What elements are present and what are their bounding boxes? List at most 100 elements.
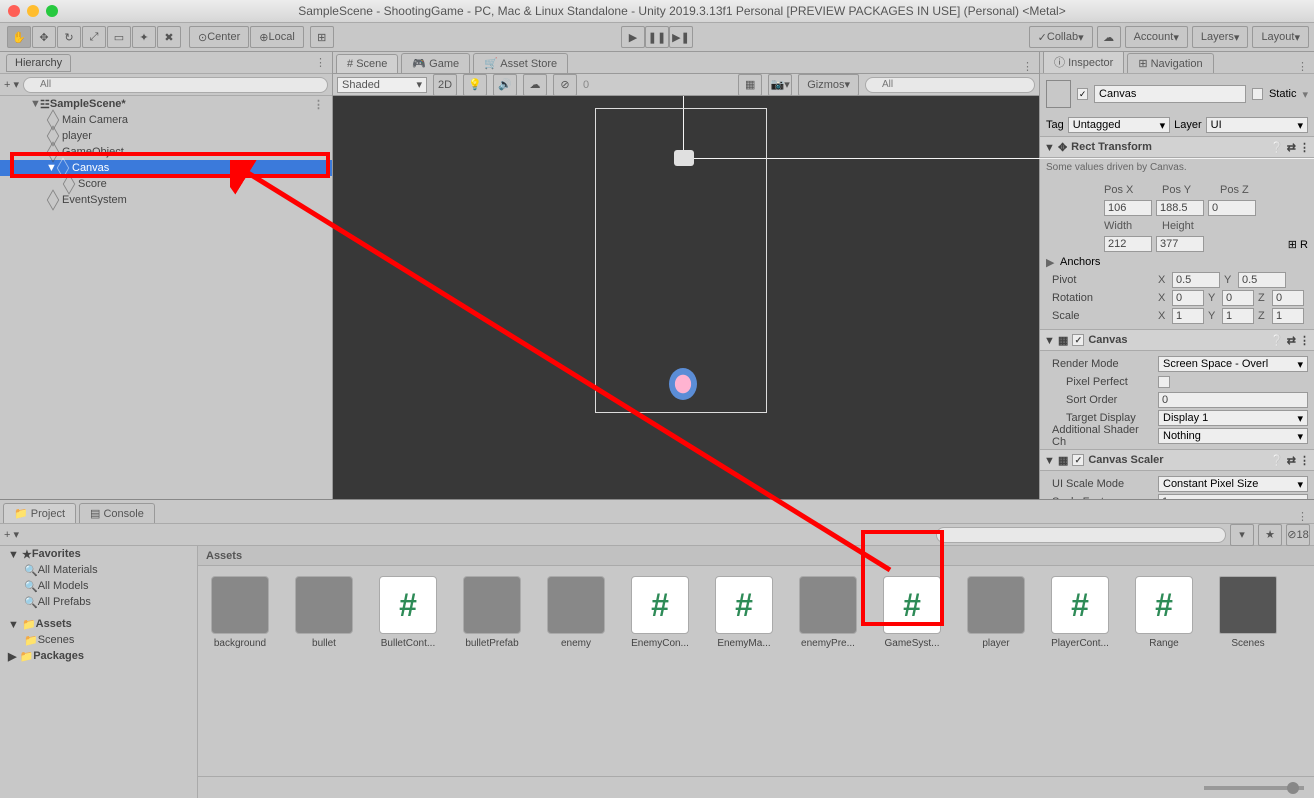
collab-dropdown[interactable]: ✓ Collab ▾ [1029, 26, 1093, 48]
project-search[interactable] [936, 527, 1226, 543]
cloud-icon[interactable]: ☁ [1097, 26, 1121, 48]
scale-tool-icon[interactable]: ⤢ [82, 26, 106, 48]
hierarchy-tab[interactable]: Hierarchy [6, 54, 71, 72]
height-field[interactable] [1156, 236, 1204, 252]
2d-toggle[interactable]: 2D [433, 74, 457, 96]
create-dropdown[interactable]: + ▾ [4, 528, 19, 541]
fx-icon[interactable]: ☁ [523, 74, 547, 96]
asset-item[interactable]: enemy [544, 576, 608, 649]
move-tool-icon[interactable]: ✥ [32, 26, 56, 48]
transform-tool-icon[interactable]: ✦ [132, 26, 156, 48]
thumbnail-slider[interactable] [1204, 786, 1304, 790]
pivotx-field[interactable] [1172, 272, 1220, 288]
hierarchy-item[interactable]: Score [0, 176, 332, 192]
canvas-header[interactable]: ▼ ▦ ✓ Canvas❔ ⇄ ⋮ [1040, 329, 1314, 351]
favorite-item[interactable]: 🔍 All Materials [0, 562, 197, 578]
tag-dropdown[interactable]: Untagged▾ [1068, 117, 1170, 133]
scene-search[interactable] [865, 77, 1035, 93]
posx-field[interactable] [1104, 200, 1152, 216]
blueprint-icon[interactable]: ⊞ R [1288, 238, 1308, 251]
hierarchy-item[interactable]: EventSystem [0, 192, 332, 208]
static-checkbox[interactable] [1252, 88, 1263, 100]
hierarchy-search[interactable] [23, 77, 328, 93]
audio-icon[interactable]: 🔊 [493, 74, 517, 96]
active-checkbox[interactable]: ✓ [1077, 88, 1088, 100]
rect-transform-header[interactable]: ▼ ✥ Rect Transform❔ ⇄ ⋮ [1040, 136, 1314, 158]
hidden-icon[interactable]: ⊘ [553, 74, 577, 96]
scaler-header[interactable]: ▼ ▦ ✓ Canvas Scaler❔ ⇄ ⋮ [1040, 449, 1314, 471]
scene-viewport[interactable] [333, 96, 1039, 499]
shading-dropdown[interactable]: Shaded▾ [337, 77, 427, 93]
sort-order-field[interactable] [1158, 392, 1308, 408]
assets-folder[interactable]: ▼ 📁 Assets [0, 616, 197, 632]
asset-item[interactable]: background [208, 576, 272, 649]
width-field[interactable] [1104, 236, 1152, 252]
filter-icon[interactable]: ▾ [1230, 524, 1254, 546]
tab-asset-store[interactable]: 🛒 Asset Store [473, 53, 568, 73]
layer-dropdown[interactable]: UI▾ [1206, 117, 1308, 133]
rect-tool-icon[interactable]: ▭ [107, 26, 131, 48]
posy-field[interactable] [1156, 200, 1204, 216]
fav-icon[interactable]: ★ [1258, 524, 1282, 546]
gizmos-dropdown[interactable]: Gizmos ▾ [798, 74, 859, 96]
asset-item[interactable]: #GameSyst... [880, 576, 944, 649]
scale-factor-field[interactable] [1158, 494, 1308, 499]
asset-item[interactable]: bullet [292, 576, 356, 649]
asset-item[interactable]: Scenes [1216, 576, 1280, 649]
tab-console[interactable]: ▤ Console [79, 503, 155, 523]
play-button[interactable]: ▶ [621, 26, 645, 48]
space-toggle[interactable]: ⊕Local [250, 26, 304, 48]
account-dropdown[interactable]: Account ▾ [1125, 26, 1188, 48]
sy-field[interactable] [1222, 308, 1254, 324]
asset-item[interactable]: player [964, 576, 1028, 649]
scene-row[interactable]: ▼☳ SampleScene*⋮ [0, 96, 332, 112]
player-sprite[interactable] [669, 368, 697, 400]
roty-field[interactable] [1222, 290, 1254, 306]
maximize-icon[interactable] [46, 5, 58, 17]
slider-thumb[interactable] [1287, 782, 1299, 794]
asset-item[interactable]: #EnemyCon... [628, 576, 692, 649]
minimize-icon[interactable] [27, 5, 39, 17]
pivoty-field[interactable] [1238, 272, 1286, 288]
posz-field[interactable] [1208, 200, 1256, 216]
hierarchy-item[interactable]: Main Camera [0, 112, 332, 128]
tab-inspector[interactable]: ⓘ Inspector [1043, 52, 1124, 73]
asset-item[interactable]: bulletPrefab [460, 576, 524, 649]
step-button[interactable]: ▶❚ [669, 26, 693, 48]
asset-item[interactable]: enemyPre... [796, 576, 860, 649]
folder-item[interactable]: 📁 Scenes [0, 632, 197, 648]
sz-field[interactable] [1272, 308, 1304, 324]
render-mode-dropdown[interactable]: Screen Space - Overl▾ [1158, 356, 1308, 372]
shader-dropdown[interactable]: Nothing▾ [1158, 428, 1308, 444]
pause-button[interactable]: ❚❚ [645, 26, 669, 48]
favorite-item[interactable]: 🔍 All Prefabs [0, 594, 197, 610]
object-name-field[interactable] [1094, 85, 1246, 103]
create-dropdown[interactable]: + ▾ [4, 78, 19, 91]
rotate-tool-icon[interactable]: ↻ [57, 26, 81, 48]
close-icon[interactable] [8, 5, 20, 17]
rotx-field[interactable] [1172, 290, 1204, 306]
anchors-label[interactable]: Anchors [1060, 256, 1100, 268]
custom-tool-icon[interactable]: ✖ [157, 26, 181, 48]
hidden-icon[interactable]: ⊘18 [1286, 524, 1310, 546]
rotz-field[interactable] [1272, 290, 1304, 306]
packages-folder[interactable]: ▶ 📁 Packages [0, 648, 197, 664]
camera-icon[interactable]: 📷▾ [768, 74, 792, 96]
grid-icon[interactable]: ▦ [738, 74, 762, 96]
favorite-item[interactable]: 🔍 All Models [0, 578, 197, 594]
pixel-perfect-checkbox[interactable] [1158, 376, 1170, 388]
tab-navigation[interactable]: ⊞ Navigation [1127, 53, 1213, 73]
target-display-dropdown[interactable]: Display 1▾ [1158, 410, 1308, 426]
hierarchy-item[interactable]: player [0, 128, 332, 144]
hand-tool-icon[interactable]: ✋ [7, 26, 31, 48]
tab-game[interactable]: 🎮 Game [401, 53, 470, 73]
breadcrumb[interactable]: Assets [198, 546, 1314, 566]
hierarchy-item[interactable]: GameObject [0, 144, 332, 160]
tab-project[interactable]: 📁 Project [3, 503, 76, 523]
asset-item[interactable]: #PlayerCont... [1048, 576, 1112, 649]
asset-item[interactable]: #Range [1132, 576, 1196, 649]
asset-item[interactable]: #EnemyMa... [712, 576, 776, 649]
favorites-header[interactable]: ▼ ★ Favorites [0, 546, 197, 562]
snap-tool-icon[interactable]: ⊞ [310, 26, 334, 48]
scale-mode-dropdown[interactable]: Constant Pixel Size▾ [1158, 476, 1308, 492]
